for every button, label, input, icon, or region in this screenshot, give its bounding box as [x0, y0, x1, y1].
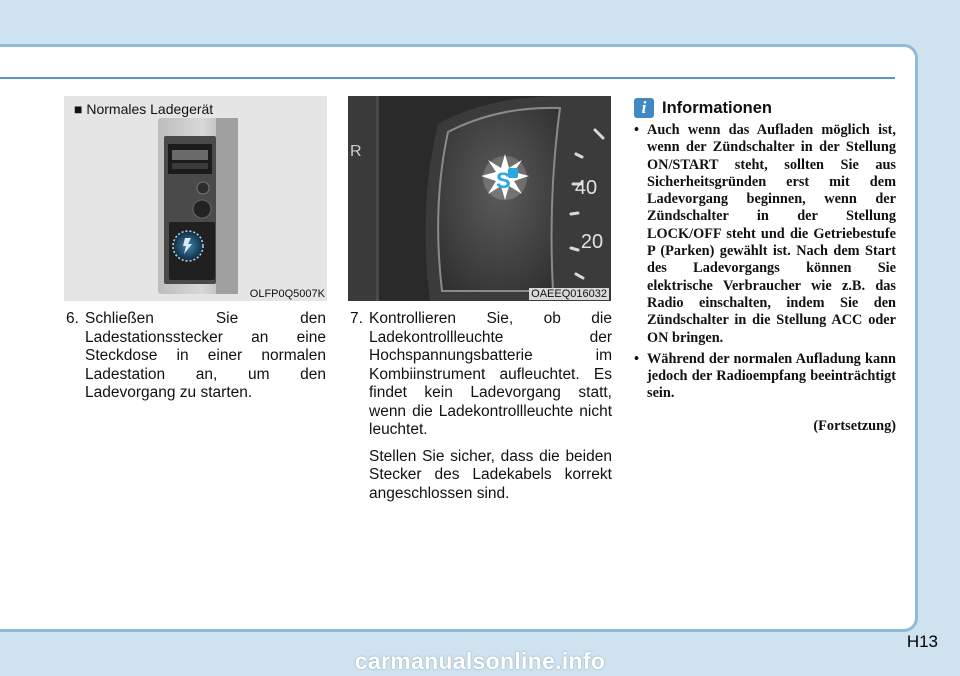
gauge-label: 40	[575, 177, 597, 199]
list-item: • Während der normalen Aufladung kann jed…	[634, 350, 896, 402]
gauge-label: 20	[581, 231, 603, 253]
top-rule	[0, 77, 895, 79]
figure-code: OLFP0Q5007K	[249, 288, 325, 300]
step-text: Kontrollieren Sie, ob die Ladekontrollle…	[369, 310, 612, 438]
continued-note: (Fortsetzung)	[813, 418, 896, 434]
step-number: 7.	[350, 310, 363, 327]
step-6: 6. Schließen Sie den Ladestationsstecker…	[66, 310, 326, 411]
info-title: Informationen	[662, 99, 772, 117]
step-text: Schließen Sie den Ladestationsstecker an…	[85, 310, 326, 401]
info-icon: i	[634, 98, 654, 118]
watermark: carmanualsonline.info	[354, 648, 606, 674]
figure-code: OAEEQ016032	[529, 288, 609, 300]
step-7: 7. Kontrollieren Sie, ob die Ladekontrol…	[350, 310, 612, 511]
info-list: • Auch wenn das Aufladen möglich ist, wen…	[634, 122, 896, 407]
list-item: • Auch wenn das Aufladen möglich ist, wen…	[634, 122, 896, 346]
step-note: Stellen Sie sicher, dass die beiden Stec…	[369, 447, 612, 502]
cluster-figure: R S 40 20 OAEEQ016032	[348, 96, 611, 301]
figure-caption: ■ Normales Ladegerät	[74, 101, 214, 117]
charger-figure: ■ Normales Ladegerät OLFP0Q5007K	[64, 96, 327, 301]
info-item-text: Auch wenn das Aufladen möglich ist, wenn…	[647, 122, 896, 346]
info-item-text: Während der normalen Aufladung kann jedo…	[647, 350, 896, 402]
svg-text:R: R	[350, 143, 362, 160]
charger-illustration	[64, 96, 327, 301]
cluster-illustration: R S 40 20	[348, 96, 611, 301]
step-number: 6.	[66, 310, 79, 327]
